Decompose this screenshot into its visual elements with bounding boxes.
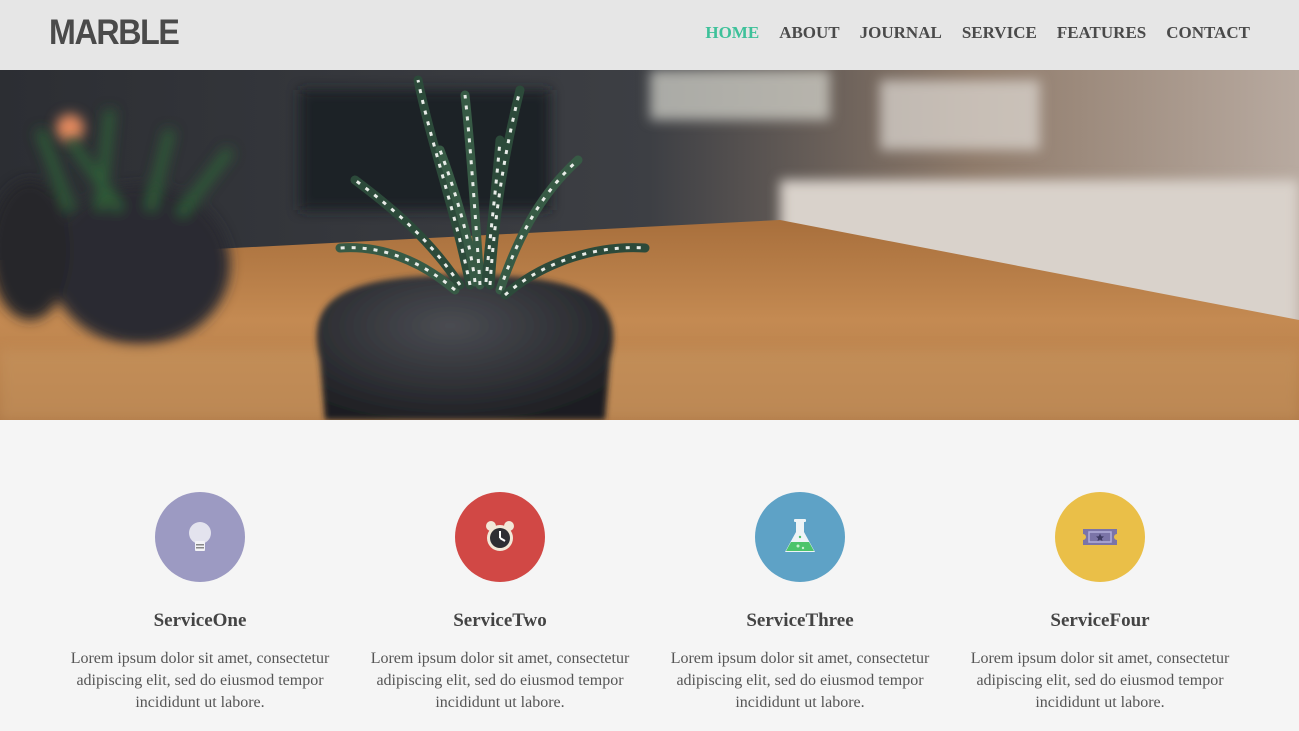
service-description: Lorem ipsum dolor sit amet, consectetur …: [370, 650, 630, 711]
service-icon-circle[interactable]: [455, 492, 545, 582]
hero-image: [0, 70, 1299, 420]
service-description: Lorem ipsum dolor sit amet, consectetur …: [70, 650, 330, 711]
service-title: ServiceThree: [746, 610, 854, 631]
service-title: ServiceFour: [1050, 610, 1150, 631]
main-nav: HOME ABOUT JOURNAL SERVICE FEATURES CONT…: [685, 23, 1250, 43]
service-title: ServiceOne: [153, 610, 247, 631]
nav-item-journal[interactable]: JOURNAL: [860, 23, 942, 43]
lightbulb-icon: [189, 522, 211, 551]
nav-item-about[interactable]: ABOUT: [779, 23, 839, 43]
service-icon-circle[interactable]: [155, 492, 245, 582]
service-icon-circle[interactable]: [755, 492, 845, 582]
alarm-clock-icon: [486, 521, 514, 551]
nav-item-home[interactable]: HOME: [705, 23, 759, 43]
service-card: ServiceTwo Lorem ipsum dolor sit amet, c…: [350, 492, 650, 714]
site-header: MARBLE HOME ABOUT JOURNAL SERVICE FEATUR…: [0, 0, 1299, 70]
nav-item-features[interactable]: FEATURES: [1057, 23, 1146, 43]
ticket-icon: [1083, 529, 1117, 545]
service-icon-circle[interactable]: [1055, 492, 1145, 582]
service-title: ServiceTwo: [453, 610, 547, 631]
service-card: ServiceOne Lorem ipsum dolor sit amet, c…: [50, 492, 350, 714]
site-logo[interactable]: MARBLE: [49, 13, 180, 53]
flask-icon: [785, 519, 815, 552]
nav-item-contact[interactable]: CONTACT: [1166, 23, 1250, 43]
services-section: ServiceOne Lorem ipsum dolor sit amet, c…: [50, 492, 1250, 714]
service-card: ServiceThree Lorem ipsum dolor sit amet,…: [650, 492, 950, 714]
service-description: Lorem ipsum dolor sit amet, consectetur …: [670, 650, 930, 711]
service-card: ServiceFour Lorem ipsum dolor sit amet, …: [950, 492, 1250, 714]
nav-item-service[interactable]: SERVICE: [962, 23, 1037, 43]
hero-plant-illustration: [0, 70, 1299, 420]
service-description: Lorem ipsum dolor sit amet, consectetur …: [970, 650, 1230, 711]
